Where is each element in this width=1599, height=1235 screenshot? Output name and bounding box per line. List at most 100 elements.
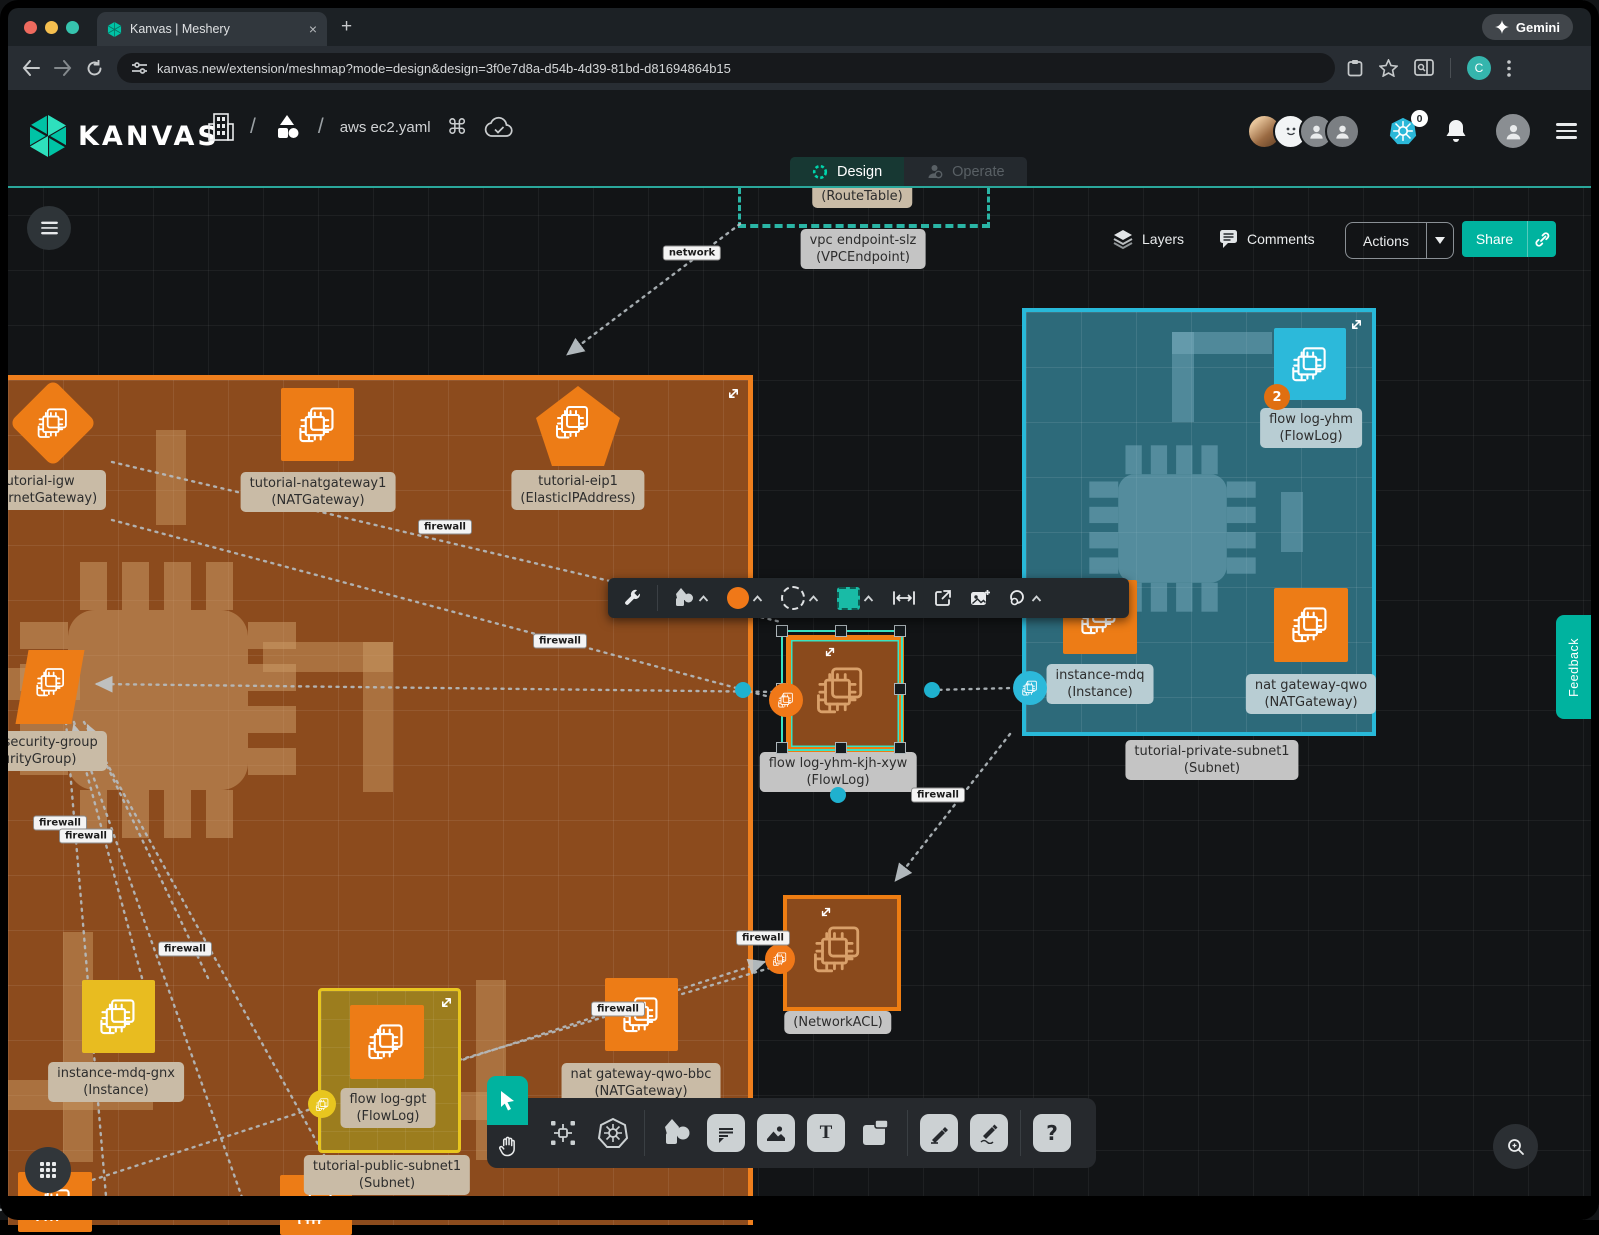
comments-button[interactable]: Comments <box>1218 228 1315 249</box>
tutorial-natgateway1-label[interactable]: tutorial-natgateway1(NATGateway) <box>241 472 396 512</box>
node-flow-log-gpt[interactable] <box>350 1005 424 1079</box>
pointer-tools <box>487 1076 528 1168</box>
cloud-sync-icon[interactable] <box>484 116 514 138</box>
node-port[interactable] <box>735 682 751 698</box>
apps-button[interactable] <box>25 1147 71 1193</box>
nat-gateway-qwo-label[interactable]: nat gateway-qwo(NATGateway) <box>1246 674 1376 714</box>
freehand-pencil-tool[interactable] <box>970 1114 1008 1152</box>
selection-handle[interactable] <box>894 742 906 754</box>
shapes-menu-button[interactable] <box>666 578 716 618</box>
minimize-window-button[interactable] <box>45 21 58 34</box>
tutorial-private-subnet1-label[interactable]: tutorial-private-subnet1(Subnet) <box>1125 740 1298 780</box>
security-group-label[interactable]: tutorial-security-group(SecurityGroup) <box>0 731 107 771</box>
node-port[interactable] <box>924 682 940 698</box>
address-bar[interactable]: kanvas.new/extension/meshmap?mode=design… <box>117 53 1335 83</box>
node-nat-gateway-qwo[interactable] <box>1274 588 1348 662</box>
actions-dropdown[interactable] <box>1427 237 1453 244</box>
add-image-button[interactable] <box>963 578 997 618</box>
close-tab-button[interactable]: × <box>309 21 317 37</box>
canvas-menu-button[interactable] <box>27 206 71 250</box>
select-tool-button[interactable] <box>487 1076 528 1125</box>
vpc-endpoint-label[interactable]: vpc endpoint-slz(VPCEndpoint) <box>801 229 926 269</box>
kubernetes-tool[interactable] <box>594 1114 632 1152</box>
side-panel-search-icon[interactable] <box>1414 59 1434 77</box>
text-tool[interactable]: T <box>807 1114 845 1152</box>
selection-handle[interactable] <box>894 683 906 695</box>
flow-log-yhm-label[interactable]: flow log-yhm(FlowLog) <box>1260 408 1362 448</box>
color-swatch-button[interactable] <box>720 578 770 618</box>
user-profile-avatar[interactable] <box>1494 112 1532 150</box>
selection-handle[interactable] <box>835 742 847 754</box>
organization-icon[interactable] <box>208 112 234 142</box>
selection-handle[interactable] <box>776 742 788 754</box>
rename-button[interactable] <box>885 578 923 618</box>
refresh-icon[interactable] <box>86 60 103 77</box>
close-window-button[interactable] <box>24 21 37 34</box>
configure-button[interactable] <box>616 578 649 618</box>
save-icon[interactable] <box>1347 59 1363 77</box>
feedback-tab[interactable]: Feedback <box>1556 615 1591 719</box>
notifications-bell-icon[interactable] <box>1444 118 1468 144</box>
pan-tool-button[interactable] <box>487 1125 528 1168</box>
teal-square-icon <box>837 587 860 610</box>
selection-handle[interactable] <box>776 625 788 637</box>
tutorial-public-subnet1-label[interactable]: tutorial-public-subnet1(Subnet) <box>304 1155 470 1195</box>
shapes-tool[interactable] <box>657 1114 695 1152</box>
browser-tab[interactable]: Kanvas | Meshery × <box>97 12 327 46</box>
shape-fill-button[interactable] <box>830 578 881 618</box>
tab-operate[interactable]: Operate <box>904 157 1026 186</box>
tutorial-eip1-label[interactable]: tutorial-eip1(ElasticIPAddress) <box>511 470 644 510</box>
workspace-shapes-icon[interactable] <box>272 113 302 141</box>
instance-mdq-label[interactable]: instance-mdq(Instance) <box>1047 664 1154 704</box>
lasso-tool-button[interactable] <box>1001 578 1049 618</box>
comment-tool[interactable] <box>707 1114 745 1152</box>
share-link-button[interactable] <box>1528 232 1556 247</box>
new-tab-button[interactable]: + <box>341 16 352 38</box>
header-actions: 0 <box>1256 112 1577 150</box>
node-tutorial-natgateway1[interactable] <box>281 388 354 461</box>
chevron-down-icon <box>1435 237 1445 244</box>
command-icon[interactable]: ⌘ <box>447 115 468 140</box>
node-port[interactable] <box>830 787 846 803</box>
back-icon[interactable] <box>22 60 40 76</box>
note-tool[interactable] <box>857 1114 895 1152</box>
app-menu-icon[interactable] <box>1556 119 1577 143</box>
components-tool[interactable] <box>544 1114 582 1152</box>
subnet-port-icon[interactable] <box>1013 671 1047 705</box>
selection-handle[interactable] <box>894 625 906 637</box>
layers-button[interactable]: Layers <box>1112 228 1184 250</box>
edge-label-firewall: firewall <box>591 1002 645 1017</box>
tutorial-igw-label[interactable]: tutorial-igw(InternetGateway) <box>0 470 106 510</box>
selection-handle[interactable] <box>835 625 847 637</box>
image-tool[interactable] <box>757 1114 795 1152</box>
flowlog-badge-icon[interactable] <box>769 683 803 717</box>
window-controls[interactable] <box>24 21 79 34</box>
browser-menu-icon[interactable] <box>1507 60 1511 77</box>
edge-label-firewall: firewall <box>911 788 965 803</box>
design-file-name[interactable]: aws ec2.yaml <box>340 119 431 136</box>
collaborator-avatar[interactable] <box>1325 114 1360 149</box>
network-acl-label[interactable]: (NetworkACL) <box>784 1011 891 1034</box>
open-in-new-button[interactable] <box>927 578 959 618</box>
network-acl-badge-icon[interactable] <box>765 944 795 974</box>
node-instance-mdq-gnx[interactable] <box>82 980 155 1053</box>
instance-mdq-gnx-label[interactable]: instance-mdq-gnx(Instance) <box>48 1062 184 1102</box>
flow-log-gpt-label[interactable]: flow log-gpt(FlowLog) <box>340 1088 435 1128</box>
tab-design[interactable]: Design <box>790 157 904 186</box>
annotate-pen-tool[interactable] <box>920 1114 958 1152</box>
bookmark-star-icon[interactable] <box>1379 59 1398 77</box>
browser-profile-avatar[interactable]: C <box>1467 56 1491 80</box>
environment-button[interactable]: 0 <box>1388 116 1418 146</box>
help-tool[interactable]: ? <box>1033 1114 1071 1152</box>
forward-icon[interactable] <box>54 60 72 76</box>
site-settings-icon[interactable] <box>131 61 148 75</box>
actions-button[interactable]: Actions <box>1345 222 1454 259</box>
node-network-acl[interactable] <box>783 895 901 1011</box>
flow-log-gpt-badge-icon[interactable] <box>308 1090 336 1118</box>
kanvas-logo[interactable]: KANVAS <box>28 114 220 158</box>
share-button[interactable]: Share <box>1462 221 1556 257</box>
border-style-button[interactable] <box>774 578 826 618</box>
fullscreen-window-button[interactable] <box>66 21 79 34</box>
gemini-button[interactable]: Gemini <box>1482 14 1573 40</box>
zoom-button[interactable] <box>1493 1124 1538 1169</box>
